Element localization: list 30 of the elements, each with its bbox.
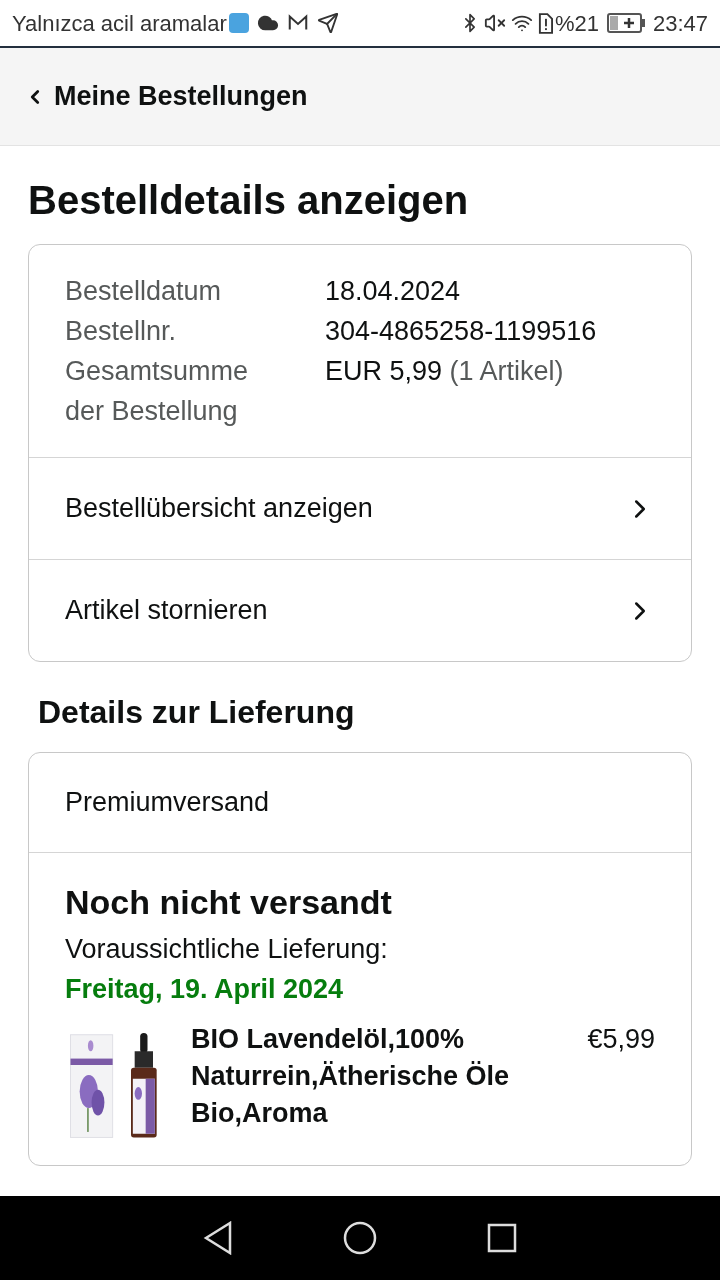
- battery-icon: [606, 13, 645, 33]
- order-link-row[interactable]: Bestellübersicht anzeigen: [29, 457, 691, 559]
- field-label: Bestelldatum: [65, 275, 223, 308]
- field-value: 18.04.2024: [325, 275, 462, 308]
- eta-label: Voraussichtliche Lieferung:: [65, 933, 389, 966]
- home-nav-icon[interactable]: [343, 1221, 377, 1255]
- shipment-status: Noch nicht versandt: [65, 882, 393, 923]
- back-nav-icon[interactable]: [203, 1221, 233, 1255]
- status-text: Yalnızca acil aramalar: [12, 9, 227, 38]
- header-title: Meine Bestellungen: [54, 80, 308, 114]
- link-text: Bestellübersicht anzeigen: [65, 492, 373, 526]
- link-text: Artikel stornieren: [65, 594, 268, 628]
- product-price: €5,99: [587, 1023, 655, 1056]
- order-link-row[interactable]: Artikel stornieren: [29, 559, 691, 661]
- field-label: Bestellnr.: [65, 315, 178, 348]
- page-title: Bestelldetails anzeigen: [28, 177, 470, 224]
- clock: 23:47: [652, 9, 708, 38]
- mute-icon: [483, 12, 506, 34]
- product-title[interactable]: BIO Lavendelöl,100% Naturrein,Ätherische Öle Bio,Aroma: [191, 1021, 572, 1149]
- section-heading: Details zur Lieferung: [38, 693, 356, 732]
- field-value: EUR 5,99 (1 Artikel): [325, 355, 565, 388]
- sim-alert-icon: [537, 12, 553, 34]
- send-icon: [316, 12, 339, 34]
- recents-nav-icon[interactable]: [487, 1223, 517, 1253]
- battery-percent: %21: [554, 9, 599, 38]
- eta-date: Freitag, 19. April 2024: [65, 973, 345, 1006]
- app-icon: [228, 13, 249, 33]
- field-label: Gesamtsumme der Bestellung: [65, 355, 250, 428]
- field-value: 304-4865258-1199516: [325, 315, 598, 348]
- shipping-method: Premiumversand: [65, 786, 270, 820]
